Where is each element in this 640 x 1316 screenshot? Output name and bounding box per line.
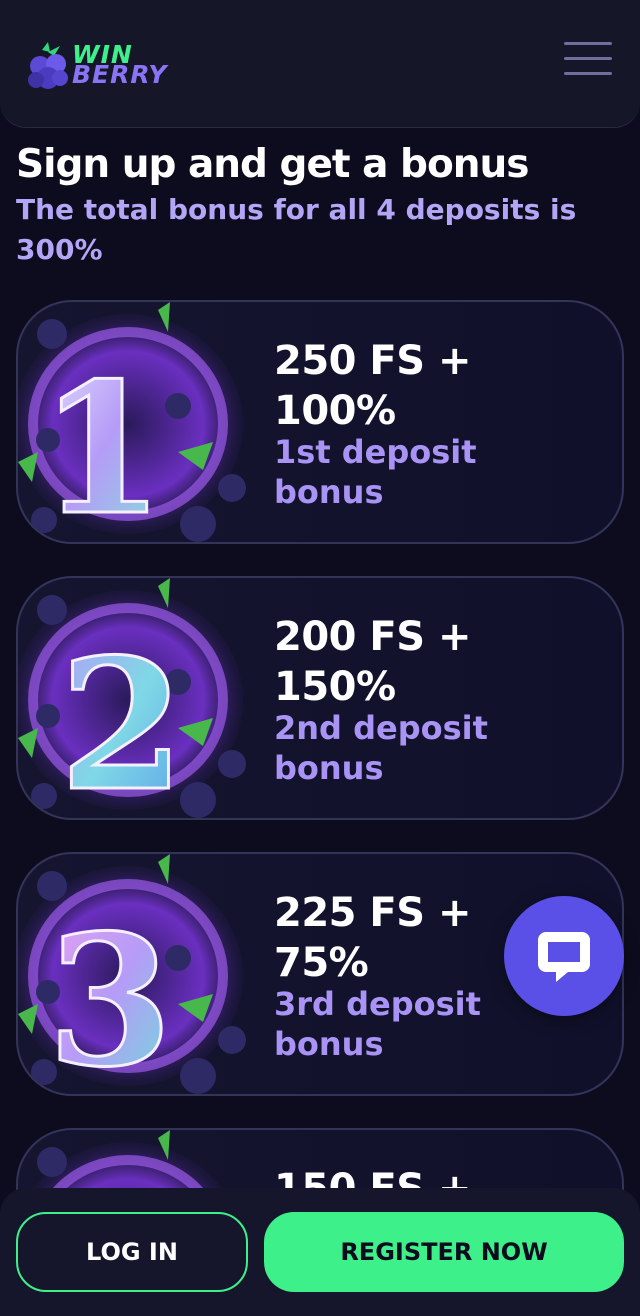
svg-text:3: 3	[47, 896, 172, 1096]
bonus-label: 1st deposit bonus	[274, 433, 477, 511]
svg-text:2: 2	[59, 620, 184, 820]
chat-bubble-icon	[538, 932, 590, 982]
berry-icon	[28, 42, 68, 89]
hamburger-icon[interactable]	[564, 42, 612, 76]
page-title: Sign up and get a bonus	[16, 142, 530, 187]
bonus-label: 3rd deposit bonus	[274, 985, 481, 1063]
winberry-logo[interactable]: WIN BERRY	[26, 36, 190, 96]
bonus-amount: 250 FS + 100%	[274, 338, 472, 434]
bonus-label: 2nd deposit bonus	[274, 709, 488, 787]
bottom-action-bar: LOG IN REGISTER NOW	[0, 1188, 640, 1316]
bonus-amount: 200 FS + 150%	[274, 614, 472, 710]
bonus-card-2[interactable]: 2 200 FS + 150% 2nd deposit bonus	[16, 576, 624, 820]
site-header: WIN BERRY	[0, 0, 640, 128]
bonus-amount: 225 FS + 75%	[274, 890, 472, 986]
number-two-splash-icon: 2	[18, 578, 246, 820]
chat-button[interactable]	[504, 896, 624, 1016]
svg-text:1: 1	[39, 344, 164, 544]
bonus-card-1[interactable]: 1 250 FS + 100% 1st deposit bonus	[16, 300, 624, 544]
page-subtitle: The total bonus for all 4 deposits is 30…	[16, 193, 577, 266]
logo-berry-text: BERRY	[72, 60, 168, 89]
login-button[interactable]: LOG IN	[16, 1212, 248, 1292]
register-button[interactable]: REGISTER NOW	[264, 1212, 624, 1292]
number-one-splash-icon: 1	[18, 302, 246, 544]
number-three-splash-icon: 3	[18, 854, 246, 1096]
